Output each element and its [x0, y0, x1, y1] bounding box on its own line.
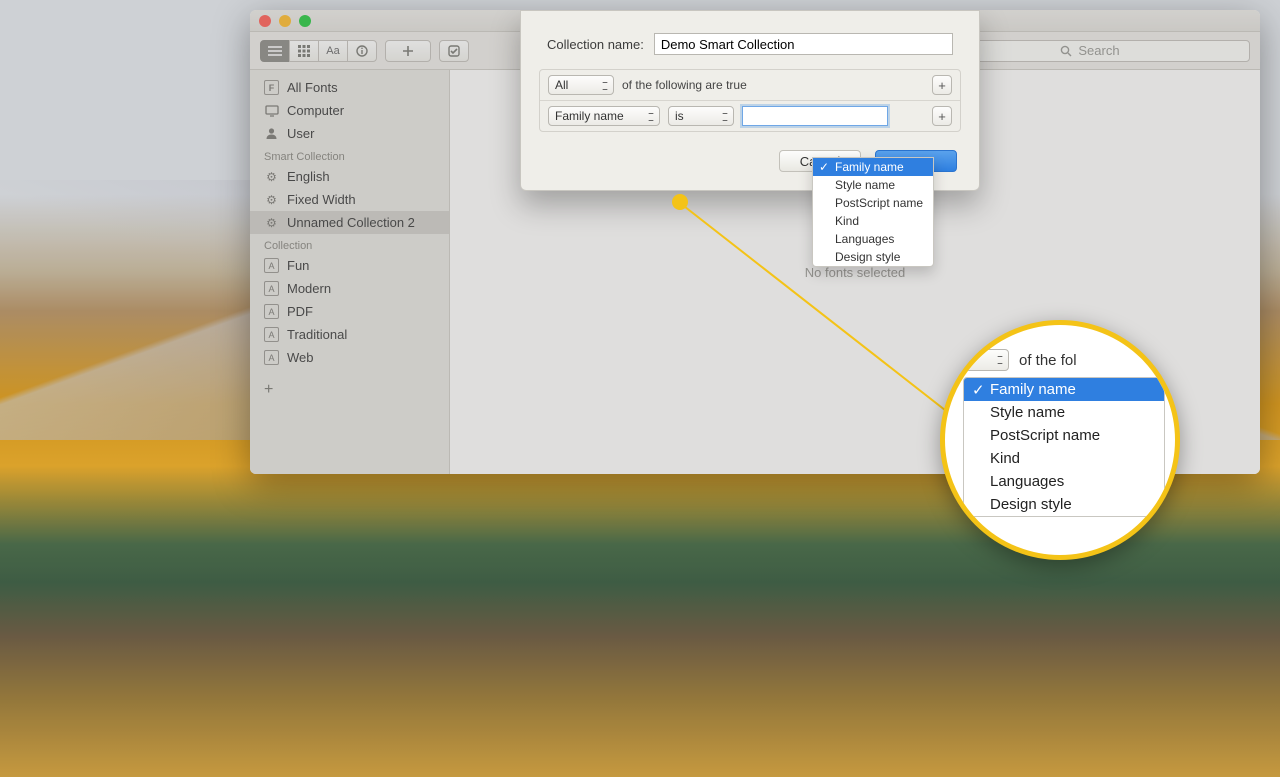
sidebar-item-label: Traditional: [287, 327, 347, 342]
match-scope-popup[interactable]: All: [548, 75, 614, 95]
view-sample-button[interactable]: Aa: [318, 40, 348, 62]
sidebar-item-label: Unnamed Collection 2: [287, 215, 415, 230]
sidebar-item-pdf[interactable]: A PDF: [250, 300, 449, 323]
sidebar-item-label: Fixed Width: [287, 192, 356, 207]
minimize-window-button[interactable]: [279, 15, 291, 27]
search-placeholder: Search: [1078, 43, 1119, 58]
rule-operator-popup[interactable]: is: [668, 106, 734, 126]
sidebar-item-fun[interactable]: A Fun: [250, 254, 449, 277]
zoom-menu-item-languages: Languages: [964, 470, 1164, 493]
user-icon: [264, 126, 279, 141]
sidebar: F All Fonts Computer User Smart Collecti…: [250, 70, 450, 474]
zoom-menu-item-design-style: Design style: [964, 493, 1164, 516]
menu-item-style-name[interactable]: Style name: [813, 176, 933, 194]
a-icon: A: [264, 281, 279, 296]
menu-item-postscript-name[interactable]: PostScript name: [813, 194, 933, 212]
sidebar-item-unnamed-collection-2[interactable]: ⚙ Unnamed Collection 2: [250, 211, 449, 234]
zoom-menu-item-style-name: Style name: [964, 401, 1164, 424]
enable-fonts-button[interactable]: [439, 40, 469, 62]
rule-field-menu: Family name Style name PostScript name K…: [812, 157, 934, 267]
zoom-menu-item-kind: Kind: [964, 447, 1164, 470]
match-scope-suffix: of the following are true: [622, 78, 747, 92]
menu-item-family-name[interactable]: Family name: [813, 158, 933, 176]
add-rule-button[interactable]: +: [932, 106, 952, 126]
view-grid-button[interactable]: [289, 40, 319, 62]
sidebar-item-label: Computer: [287, 103, 344, 118]
menu-item-design-style[interactable]: Design style: [813, 248, 933, 266]
sidebar-item-label: Fun: [287, 258, 309, 273]
callout-magnifier: of the fol Family name Style name PostSc…: [940, 320, 1180, 560]
menu-item-kind[interactable]: Kind: [813, 212, 933, 230]
sidebar-item-fixed-width[interactable]: ⚙ Fixed Width: [250, 188, 449, 211]
zoom-window-button[interactable]: [299, 15, 311, 27]
sidebar-header-collection: Collection: [250, 234, 449, 254]
sidebar-item-web[interactable]: A Web: [250, 346, 449, 369]
sidebar-item-user[interactable]: User: [250, 122, 449, 145]
add-rule-button[interactable]: +: [932, 75, 952, 95]
add-collection-button[interactable]: +: [250, 369, 449, 411]
collection-name-label: Collection name:: [547, 37, 644, 52]
sidebar-item-all-fonts[interactable]: F All Fonts: [250, 76, 449, 99]
a-icon: A: [264, 258, 279, 273]
sidebar-header-smart: Smart Collection: [250, 145, 449, 165]
search-icon: [1060, 45, 1072, 57]
sidebar-item-modern[interactable]: A Modern: [250, 277, 449, 300]
sidebar-item-label: Web: [287, 350, 314, 365]
close-window-button[interactable]: [259, 15, 271, 27]
a-icon: A: [264, 350, 279, 365]
rule-list: All of the following are true + Family n…: [539, 69, 961, 132]
rule-value-input[interactable]: [742, 106, 888, 126]
sidebar-item-english[interactable]: ⚙ English: [250, 165, 449, 188]
callout-anchor-dot: [672, 194, 688, 210]
menu-item-languages[interactable]: Languages: [813, 230, 933, 248]
sidebar-item-computer[interactable]: Computer: [250, 99, 449, 122]
sidebar-item-label: All Fonts: [287, 80, 338, 95]
computer-icon: [264, 103, 279, 118]
zoom-rule-field-menu: Family name Style name PostScript name K…: [963, 377, 1165, 517]
view-list-button[interactable]: [260, 40, 290, 62]
view-info-button[interactable]: [347, 40, 377, 62]
a-icon: A: [264, 327, 279, 342]
zoom-menu-item-postscript-name: PostScript name: [964, 424, 1164, 447]
traffic-lights: [259, 15, 311, 27]
gear-icon: ⚙: [264, 169, 279, 184]
rule-row: Family name is +: [540, 100, 960, 131]
zoom-match-suffix: of the fol: [1019, 352, 1077, 369]
sidebar-item-label: User: [287, 126, 314, 141]
sidebar-item-label: English: [287, 169, 330, 184]
gear-icon: ⚙: [264, 215, 279, 230]
add-fonts-button[interactable]: [385, 40, 431, 62]
f-icon: F: [264, 80, 279, 95]
sidebar-item-traditional[interactable]: A Traditional: [250, 323, 449, 346]
a-icon: A: [264, 304, 279, 319]
view-mode-segment: Aa: [260, 40, 377, 62]
sidebar-item-label: PDF: [287, 304, 313, 319]
collection-name-input[interactable]: [654, 33, 953, 55]
zoom-match-scope-popup: [963, 349, 1009, 371]
zoom-menu-item-family-name: Family name: [964, 378, 1164, 401]
sidebar-item-label: Modern: [287, 281, 331, 296]
gear-icon: ⚙: [264, 192, 279, 207]
match-scope-row: All of the following are true +: [540, 70, 960, 100]
rule-field-popup[interactable]: Family name: [548, 106, 660, 126]
